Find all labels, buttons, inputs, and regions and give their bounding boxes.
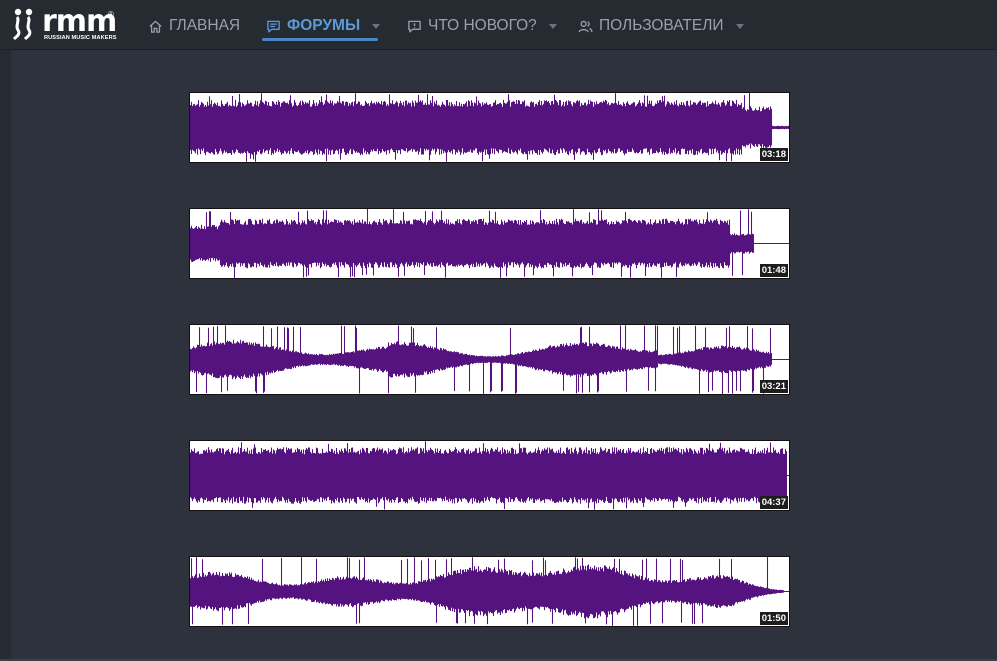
active-tab-indicator bbox=[262, 38, 378, 41]
waveform bbox=[190, 93, 789, 162]
nav-home-label: ГЛАВНАЯ bbox=[169, 17, 241, 34]
audio-waveform-player[interactable]: 01:48 bbox=[189, 208, 790, 279]
waveform bbox=[190, 325, 789, 394]
users-icon bbox=[578, 19, 593, 34]
nav-whats-new[interactable]: ЧТО НОВОГО? bbox=[407, 12, 557, 40]
waveform bbox=[190, 441, 789, 510]
sidebar-strip bbox=[0, 50, 11, 661]
track-duration: 04:37 bbox=[759, 496, 788, 509]
waveform bbox=[190, 209, 789, 278]
forum-icon bbox=[266, 19, 281, 34]
nav-forums-label: ФОРУМЫ bbox=[287, 17, 361, 34]
audio-waveform-player[interactable]: 03:18 bbox=[189, 92, 790, 163]
logo-wordmark: rmm bbox=[42, 4, 117, 39]
top-navbar: rmm ® RUSSIAN MUSIC MAKERS ГЛАВНАЯ ФОРУМ… bbox=[0, 0, 997, 50]
nav-home[interactable]: ГЛАВНАЯ bbox=[148, 12, 240, 40]
track-duration: 03:21 bbox=[759, 380, 788, 393]
home-icon bbox=[148, 19, 163, 34]
chevron-down-icon[interactable] bbox=[735, 23, 744, 29]
audio-waveform-player[interactable]: 03:21 bbox=[189, 324, 790, 395]
nav-forums[interactable]: ФОРУМЫ bbox=[266, 12, 381, 40]
audio-waveform-player[interactable]: 01:50 bbox=[189, 556, 790, 627]
waveform bbox=[190, 557, 789, 626]
waveform-path bbox=[190, 557, 789, 626]
site-logo[interactable]: rmm ® RUSSIAN MUSIC MAKERS bbox=[12, 4, 117, 44]
logo-registered-mark: ® bbox=[108, 10, 114, 19]
whats-new-icon bbox=[407, 19, 422, 34]
audio-waveform-player[interactable]: 04:37 bbox=[189, 440, 790, 511]
waveform-path bbox=[190, 325, 789, 394]
logo-subtitle: RUSSIAN MUSIC MAKERS bbox=[44, 35, 117, 41]
track-duration: 03:18 bbox=[759, 148, 788, 161]
track-duration: 01:50 bbox=[759, 612, 788, 625]
waveform-path bbox=[190, 209, 789, 278]
nav-users-label: ПОЛЬЗОВАТЕЛИ bbox=[599, 17, 724, 34]
nav-whats-new-label: ЧТО НОВОГО? bbox=[428, 17, 537, 34]
chevron-down-icon[interactable] bbox=[548, 23, 557, 29]
waveform-path bbox=[190, 441, 789, 510]
waveform-path bbox=[190, 93, 789, 162]
nav-users[interactable]: ПОЛЬЗОВАТЕЛИ bbox=[578, 12, 744, 40]
track-duration: 01:48 bbox=[759, 264, 788, 277]
chevron-down-icon[interactable] bbox=[372, 23, 381, 29]
